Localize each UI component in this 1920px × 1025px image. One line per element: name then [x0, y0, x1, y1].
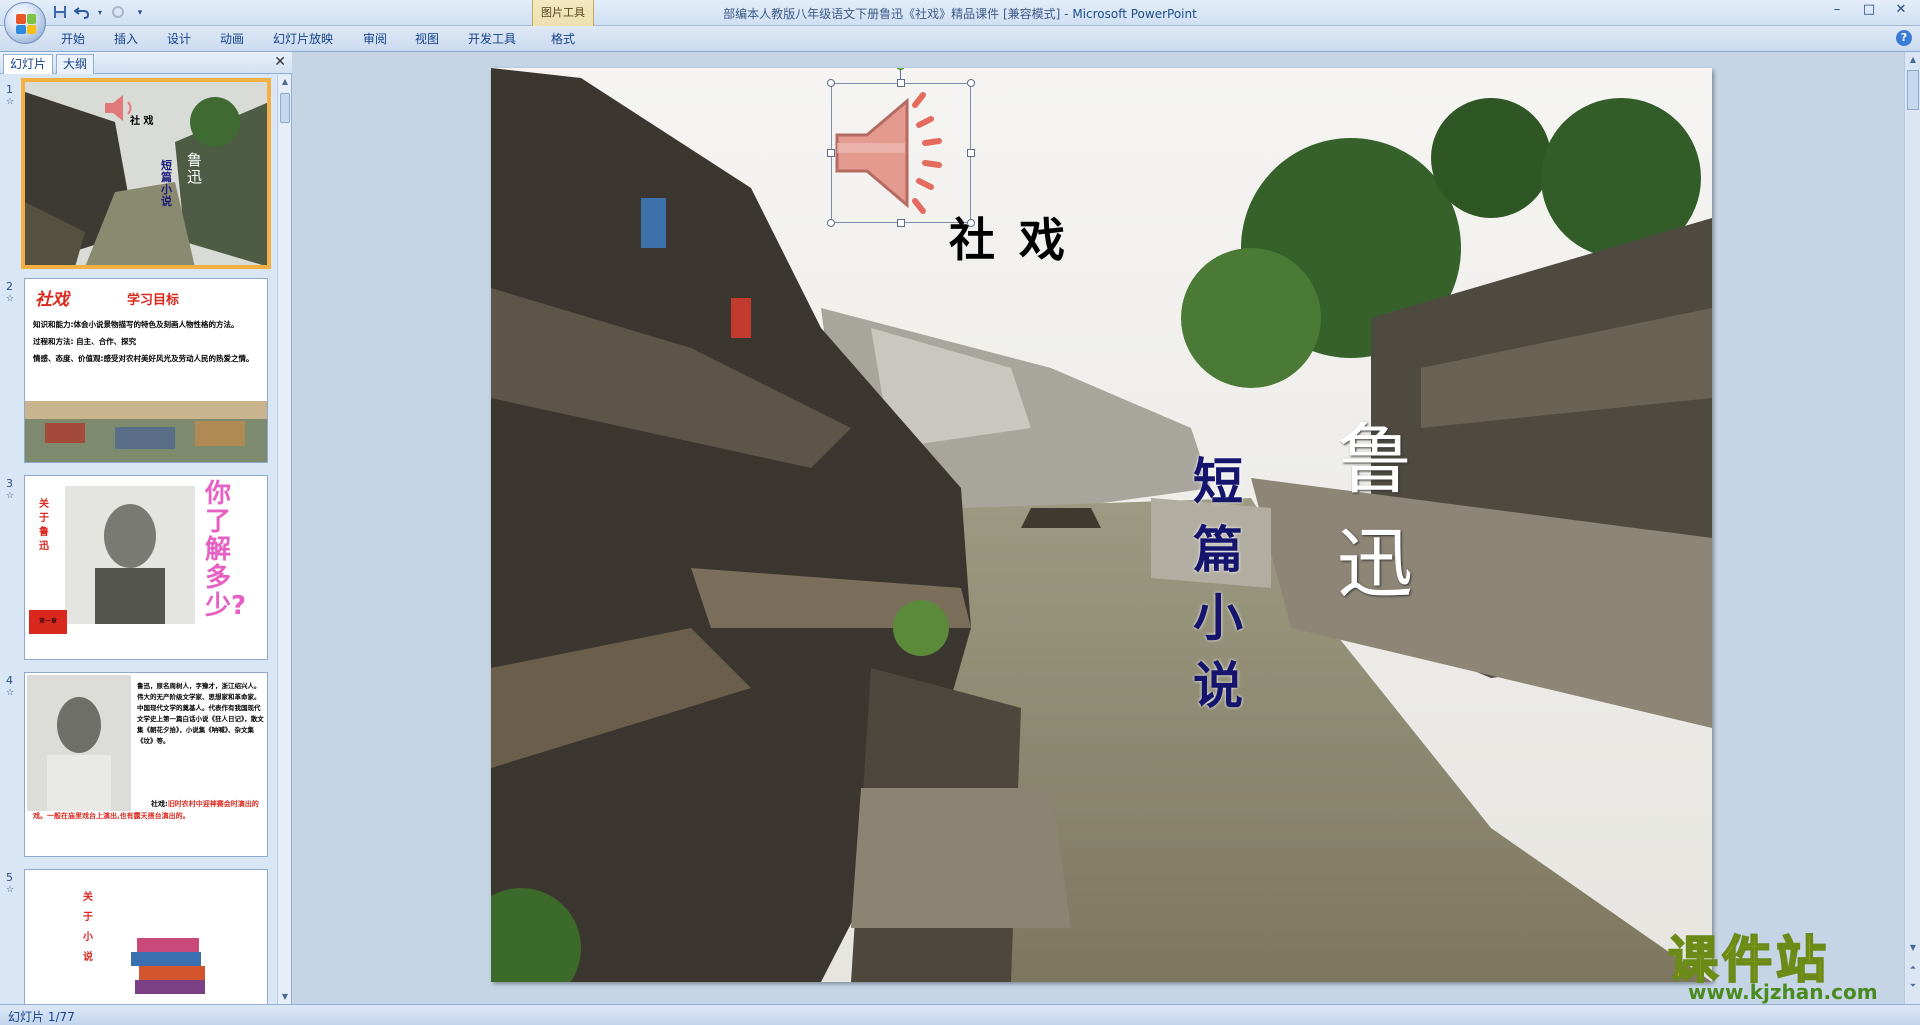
status-bar: 幻灯片 1/77 — [0, 1004, 1920, 1025]
help-icon[interactable]: ? — [1896, 30, 1912, 46]
thumb3-question: 你了解多少? — [205, 479, 247, 621]
tab-slides[interactable]: 幻灯片 — [3, 54, 54, 74]
scroll-thumb[interactable] — [1907, 70, 1919, 110]
thumb5-side-text: 关于小说 — [83, 892, 93, 963]
scroll-up-icon[interactable]: ▲ — [278, 75, 292, 89]
resize-handle[interactable] — [827, 219, 835, 227]
app-name: Microsoft PowerPoint — [1072, 7, 1197, 21]
resize-handle[interactable] — [967, 79, 975, 87]
thumb4-term: 社戏: — [151, 800, 168, 808]
slide-number: 3 — [6, 477, 13, 490]
resize-handle[interactable] — [827, 79, 835, 87]
slide-thumbnail-4[interactable]: 鲁迅，原名周树人，字豫才，浙江绍兴人。伟大的无产阶级文学家、思想家和革命家。中国… — [24, 672, 268, 857]
main-scrollbar[interactable]: ▲ ▼ ⏶ ⏷ — [1904, 52, 1920, 1004]
thumb1-author: 鲁迅 — [187, 151, 203, 186]
resize-handle[interactable] — [897, 79, 905, 87]
window-title: 部编本人教版八年级语文下册鲁迅《社戏》精品课件 [兼容模式] - Microso… — [0, 5, 1920, 22]
document-title: 部编本人教版八年级语文下册鲁迅《社戏》精品课件 [兼容模式] - — [723, 7, 1073, 21]
slide-thumbnail-2[interactable]: 社戏 学习目标 知识和能力:体会小说景物描写的特色及刻画人物性格的方法。 过程和… — [24, 278, 268, 463]
scroll-thumb[interactable] — [280, 93, 290, 123]
title-bar: ▾ ▾ 部编本人教版八年级语文下册鲁迅《社戏》精品课件 [兼容模式] - Mic… — [0, 0, 1920, 26]
thumb4-definition: 社戏:旧时农村中迎神赛会时演出的戏。一般在庙里戏台上演出,也有露天搭台演出的。 — [33, 798, 265, 822]
thumb3-flag: 第一章 — [29, 610, 67, 634]
picture-tools-label: 图片工具 — [541, 6, 585, 19]
office-logo-icon — [16, 14, 36, 34]
window-controls: – □ ✕ — [1822, 2, 1916, 20]
animation-star-icon: ☆ — [6, 491, 15, 501]
objective-item: 知识和能力:体会小说景物描写的特色及刻画人物性格的方法。 — [33, 320, 239, 329]
thumb2-badge: 社戏 — [35, 290, 69, 310]
tab-insert[interactable]: 插入 — [114, 30, 138, 47]
slide-genre[interactable]: 短篇小说 — [1193, 448, 1249, 720]
objective-item: 过程和方法: 自主、合作、探究 — [33, 337, 137, 346]
watermark-logo: 课件站 www.kjzhan.com — [1667, 920, 1912, 1004]
objective-item: 情感、态度、价值观:感受对农村美好风光及劳动人民的热爱之情。 — [33, 354, 254, 363]
animation-star-icon: ☆ — [6, 97, 15, 107]
animation-star-icon: ☆ — [6, 294, 15, 304]
slide-thumbnail-3[interactable]: 关于鲁迅 你了解多少? 第一章 — [24, 475, 268, 660]
slide-number: 4 — [6, 674, 13, 687]
tab-home[interactable]: 开始 — [61, 30, 85, 47]
tab-outline[interactable]: 大纲 — [56, 54, 95, 74]
minimize-button[interactable]: – — [1822, 2, 1852, 20]
slide-editing-area: 社 戏 鲁迅 短篇小说 — [294, 52, 1904, 1004]
powerpoint-window: ▾ ▾ 部编本人教版八年级语文下册鲁迅《社戏》精品课件 [兼容模式] - Mic… — [0, 0, 1920, 1025]
slide-thumbnail-5[interactable]: 关于小说 — [24, 869, 268, 1004]
tab-review[interactable]: 审阅 — [363, 30, 387, 47]
thumb4-bio: 鲁迅，原名周树人，字豫才，浙江绍兴人。伟大的无产阶级文学家、思想家和革命家。中国… — [137, 682, 264, 745]
books-image — [131, 938, 205, 994]
thumb1-canal-image — [25, 82, 267, 265]
thumb4-def: 旧时农村中迎神赛会时演出的戏。一般在庙里戏台上演出,也有露天搭台演出的。 — [33, 800, 259, 820]
animation-star-icon: ☆ — [6, 885, 15, 895]
slide-number: 2 — [6, 280, 13, 293]
thumb2-objectives: 知识和能力:体会小说景物描写的特色及刻画人物性格的方法。 过程和方法: 自主、合… — [33, 319, 261, 364]
tab-slideshow[interactable]: 幻灯片放映 — [273, 30, 333, 47]
tab-view[interactable]: 视图 — [415, 30, 439, 47]
current-slide[interactable]: 社 戏 鲁迅 短篇小说 — [491, 68, 1712, 982]
thumb4-portrait — [27, 675, 131, 811]
thumb2-heading: 学习目标 — [127, 293, 180, 308]
tab-design[interactable]: 设计 — [167, 30, 191, 47]
thumb1-genre: 短篇小说 — [161, 159, 172, 208]
slide-number: 5 — [6, 871, 13, 884]
slide-author[interactable]: 鲁迅 — [1337, 408, 1423, 616]
scroll-down-icon[interactable]: ▼ — [278, 990, 292, 1004]
thumb2-market-image — [25, 401, 267, 462]
resize-handle[interactable] — [897, 219, 905, 227]
thumb3-side-text: 关于鲁迅 — [39, 499, 49, 552]
maximize-button[interactable]: □ — [1854, 2, 1884, 20]
resize-handle[interactable] — [967, 149, 975, 157]
thumb1-title: 社 戏 — [130, 116, 154, 127]
thumbnail-list: 1 ☆ 社 戏 鲁迅 短篇小说 2 ☆ 社戏 学习目标 知识和能力:体会小说景物… — [0, 75, 276, 1004]
thumb3-portrait — [65, 486, 195, 624]
pane-tabs: 幻灯片 大纲 ✕ — [0, 52, 292, 74]
slide-title[interactable]: 社 戏 — [949, 204, 1069, 270]
tab-format[interactable]: 格式 — [551, 30, 575, 47]
canal-town-image — [491, 68, 1712, 982]
tab-animations[interactable]: 动画 — [220, 30, 244, 47]
close-button[interactable]: ✕ — [1886, 2, 1916, 20]
pane-close-icon[interactable]: ✕ — [274, 54, 286, 70]
scroll-up-icon[interactable]: ▲ — [1905, 52, 1920, 68]
office-button[interactable] — [4, 2, 46, 44]
tab-developer[interactable]: 开发工具 — [468, 30, 516, 47]
audio-object[interactable] — [827, 68, 975, 227]
speaker-icon — [835, 92, 942, 214]
slide-thumbnail-1[interactable]: 社 戏 鲁迅 短篇小说 — [21, 78, 271, 269]
thumbnail-scrollbar[interactable]: ▲ ▼ — [277, 75, 291, 1004]
watermark-url: www.kjzhan.com — [1688, 980, 1878, 1004]
animation-star-icon: ☆ — [6, 688, 15, 698]
slides-pane: 幻灯片 大纲 ✕ 1 ☆ 社 戏 鲁迅 短篇小说 2 ☆ 社戏 学习目标 知识和… — [0, 52, 292, 1004]
resize-handle[interactable] — [827, 149, 835, 157]
slide-number: 1 — [6, 83, 13, 96]
slide-counter: 幻灯片 1/77 — [8, 1010, 75, 1024]
